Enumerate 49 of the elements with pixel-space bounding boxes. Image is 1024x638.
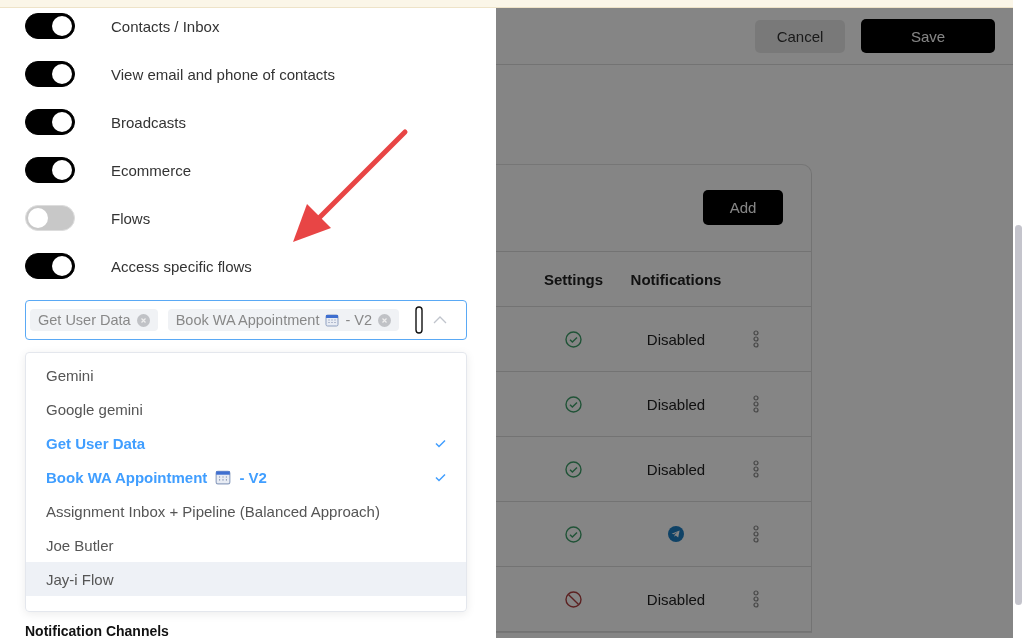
check-circle-icon (565, 395, 582, 413)
flow-option[interactable]: Jay-i Flow (26, 562, 466, 596)
check-circle-icon (565, 525, 582, 543)
calendar-icon (215, 469, 232, 485)
remove-icon[interactable] (136, 313, 150, 327)
flow-option[interactable]: Assignment Inbox + Pipeline (Balanced Approach) (26, 494, 466, 528)
check-circle-icon (565, 330, 582, 348)
more-icon[interactable] (753, 525, 759, 543)
permission-label: Broadcasts (111, 113, 187, 131)
toggle-switch[interactable] (25, 109, 75, 135)
blocked-icon (565, 590, 582, 608)
toggle-switch[interactable] (25, 13, 75, 39)
add-button[interactable]: Add (703, 190, 783, 225)
flow-tag: Get User Data (30, 309, 158, 331)
notification-status: Disabled (646, 590, 706, 608)
permission-label: Access specific flows (111, 257, 252, 275)
checkmark-icon (435, 438, 446, 448)
more-icon[interactable] (753, 395, 759, 413)
flow-tag: Book WA Appointment - V2 (167, 309, 399, 331)
section-heading: Notification Channels (25, 623, 170, 638)
flow-option[interactable]: Google gemini (26, 392, 466, 426)
notification-status: Disabled (646, 395, 706, 413)
permission-label: Flows (111, 209, 151, 227)
toggle-switch[interactable] (25, 61, 75, 87)
permission-label: Ecommerce (111, 161, 192, 179)
more-icon[interactable] (753, 330, 759, 348)
permission-label: View email and phone of contacts (111, 65, 336, 83)
flow-option[interactable]: Gemini (26, 358, 466, 392)
more-icon[interactable] (753, 590, 759, 608)
flow-option[interactable]: Joe Butler (26, 528, 466, 562)
remove-icon[interactable] (378, 313, 391, 327)
notification-status: Disabled (646, 460, 706, 478)
flow-select-field[interactable]: Get User Data Book WA Appointment - V2 (25, 300, 467, 340)
chevron-up-icon[interactable] (433, 316, 447, 324)
more-icon[interactable] (753, 460, 759, 478)
telegram-icon (668, 526, 684, 542)
check-circle-icon (565, 460, 582, 478)
column-header: Settings (542, 270, 605, 288)
notification-status: Disabled (646, 330, 706, 348)
calendar-icon (325, 313, 340, 327)
toggle-switch[interactable] (25, 253, 75, 279)
save-button[interactable]: Save (861, 19, 995, 53)
scrollbar[interactable] (1013, 0, 1024, 638)
toggle-switch[interactable] (25, 157, 75, 183)
permission-label: Contacts / Inbox (111, 17, 220, 35)
column-header: Notifications (629, 270, 723, 288)
cancel-button[interactable]: Cancel (755, 19, 845, 53)
text-cursor-icon (415, 306, 423, 334)
checkmark-icon (435, 472, 446, 482)
